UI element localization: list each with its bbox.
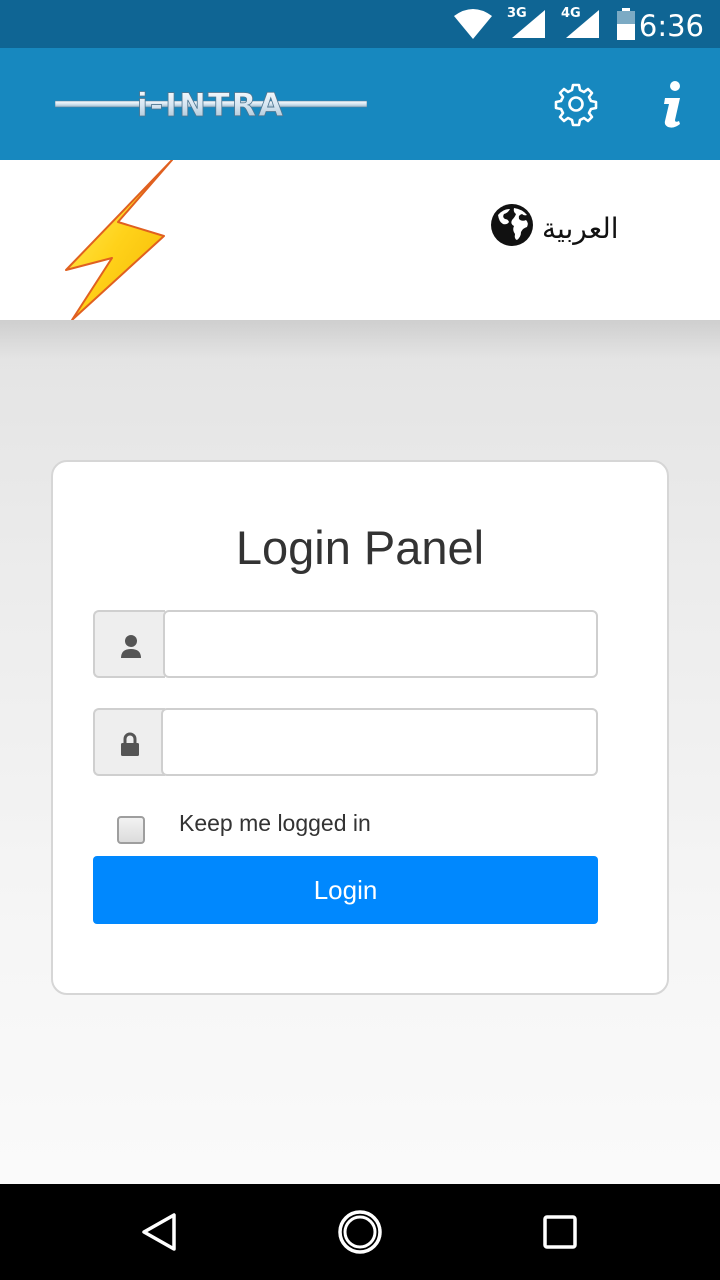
- username-field[interactable]: [163, 610, 598, 678]
- app-bar: i-INTRA: [0, 48, 720, 160]
- main-content: Login Panel Keep me logged in Login: [0, 320, 720, 1184]
- password-group: [93, 708, 598, 776]
- signal-3g-icon: [512, 10, 545, 38]
- language-label: العربية: [542, 212, 619, 245]
- password-field[interactable]: [161, 708, 598, 776]
- status-time: 6:36: [638, 9, 704, 43]
- language-switch[interactable]: العربية: [486, 200, 626, 252]
- login-button[interactable]: Login: [93, 856, 598, 924]
- page-title: Login Panel: [235, 521, 485, 574]
- globe-icon: [491, 204, 533, 246]
- login-panel: Login Panel Keep me logged in Login: [51, 460, 669, 995]
- status-bar: 3G 4G 6:36: [0, 0, 720, 48]
- remember-checkbox[interactable]: [117, 816, 145, 844]
- gear-icon[interactable]: [552, 80, 600, 128]
- wifi-icon: [454, 9, 492, 39]
- user-icon: [121, 635, 141, 658]
- battery-icon: [617, 8, 635, 40]
- back-icon[interactable]: [134, 1206, 186, 1258]
- nav-bar: [0, 1184, 720, 1280]
- remember-label: Keep me logged in: [179, 810, 371, 836]
- info-icon[interactable]: [648, 78, 696, 130]
- svg-text:i-INTRA: i-INTRA: [137, 86, 285, 124]
- app-logo: i-INTRA: [55, 86, 367, 124]
- home-icon[interactable]: [334, 1206, 386, 1258]
- lightning-bolt-icon: [65, 160, 173, 320]
- lock-icon: [121, 732, 139, 756]
- signal-4g-icon: [566, 10, 599, 38]
- username-addon: [93, 610, 165, 678]
- recents-icon[interactable]: [534, 1206, 586, 1258]
- username-group: [93, 610, 598, 678]
- password-addon: [93, 708, 165, 776]
